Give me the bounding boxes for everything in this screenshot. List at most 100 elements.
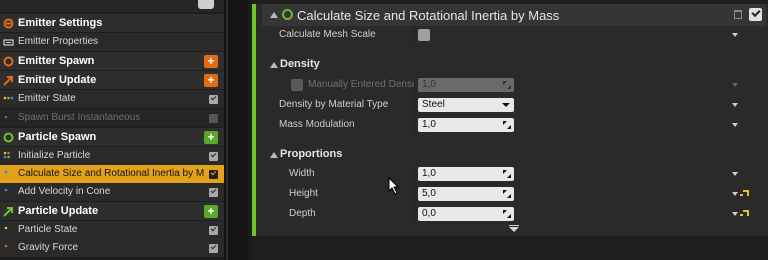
item-label: Calculate Size and Rotational Inertia by… bbox=[18, 168, 205, 179]
column-divider[interactable] bbox=[414, 184, 415, 204]
property-label: Width bbox=[289, 168, 315, 179]
column-divider[interactable] bbox=[414, 204, 415, 224]
item-emitter-properties[interactable]: Emitter Properties bbox=[0, 33, 224, 51]
row-options-arrow-icon[interactable] bbox=[732, 33, 738, 37]
trash-icon[interactable] bbox=[734, 10, 742, 19]
row-options-arrow-icon[interactable] bbox=[732, 172, 738, 176]
item-spawn-burst[interactable]: Spawn Burst Instantaneous bbox=[0, 109, 224, 127]
drag-handle-icon[interactable] bbox=[503, 210, 511, 218]
column-divider[interactable] bbox=[414, 95, 415, 115]
row-options-arrow-icon[interactable] bbox=[732, 103, 738, 107]
item-label: Initialize Particle bbox=[18, 150, 91, 161]
group-particle-update[interactable]: Particle Update + bbox=[0, 202, 224, 220]
item-gravity-force[interactable]: Gravity Force bbox=[0, 239, 224, 257]
property-width: Width 1,0 bbox=[262, 164, 766, 184]
drag-handle-icon[interactable] bbox=[503, 81, 511, 89]
niagara-emitter-editor: Emitter Settings Emitter Properties Emit… bbox=[0, 0, 768, 260]
item-add-velocity-cone[interactable]: Add Velocity in Cone bbox=[0, 183, 224, 201]
column-divider[interactable] bbox=[414, 164, 415, 184]
group-emitter-settings[interactable]: Emitter Settings bbox=[0, 14, 224, 32]
group-label: Emitter Update bbox=[18, 74, 97, 86]
mass-modulation-input[interactable]: 1,0 bbox=[418, 118, 514, 132]
width-input[interactable]: 1,0 bbox=[418, 167, 514, 181]
enable-checkbox[interactable] bbox=[209, 226, 218, 235]
velocity-dot-icon bbox=[4, 188, 8, 192]
enable-checkbox[interactable] bbox=[209, 152, 218, 161]
category-proportions[interactable]: Proportions bbox=[262, 145, 766, 165]
row-options-arrow-icon[interactable] bbox=[732, 192, 738, 196]
column-divider[interactable] bbox=[414, 25, 415, 45]
row-options-arrow-icon[interactable] bbox=[732, 123, 738, 127]
show-advanced-icon[interactable] bbox=[509, 227, 519, 232]
material-type-dropdown[interactable]: Steel bbox=[418, 98, 514, 112]
property-label: Height bbox=[289, 188, 318, 199]
item-calculate-size-inertia[interactable]: Calculate Size and Rotational Inertia by… bbox=[0, 165, 224, 183]
group-emitter-spawn[interactable]: Emitter Spawn + bbox=[0, 52, 224, 70]
category-label: Density bbox=[280, 58, 320, 70]
property-label: Density by Material Type bbox=[279, 99, 389, 110]
column-divider[interactable] bbox=[414, 115, 415, 135]
module-title: Calculate Size and Rotational Inertia by… bbox=[297, 8, 560, 23]
item-emitter-state[interactable]: Emitter State bbox=[0, 90, 224, 108]
row-options-arrow-icon[interactable] bbox=[732, 83, 738, 87]
splitter-line bbox=[226, 0, 228, 260]
group-particle-spawn[interactable]: Particle Spawn + bbox=[0, 128, 224, 146]
enable-checkbox[interactable] bbox=[209, 170, 218, 179]
collapse-icon[interactable] bbox=[270, 152, 278, 158]
property-manual-density: Manually Entered Densi 1,0 bbox=[262, 75, 766, 95]
gravity-dot-icon bbox=[4, 244, 8, 248]
reset-to-default-icon[interactable] bbox=[740, 210, 749, 216]
advanced-divider bbox=[509, 225, 519, 226]
module-header[interactable]: Calculate Size and Rotational Inertia by… bbox=[262, 4, 766, 26]
depth-input[interactable]: 0,0 bbox=[418, 207, 514, 221]
collapse-icon[interactable] bbox=[270, 12, 278, 18]
mouse-cursor-icon bbox=[388, 177, 400, 195]
add-module-button[interactable]: + bbox=[204, 131, 218, 144]
property-depth: Depth 0,0 bbox=[262, 204, 766, 224]
emitter-thumbnail-icon[interactable] bbox=[198, 0, 214, 9]
emitter-settings-icon bbox=[3, 18, 14, 29]
property-calculate-mesh-scale: Calculate Mesh Scale bbox=[262, 25, 766, 45]
enable-checkbox[interactable] bbox=[209, 188, 218, 197]
init-grid-icon bbox=[3, 151, 10, 159]
dropdown-value: Steel bbox=[422, 99, 445, 110]
add-module-button[interactable]: + bbox=[204, 55, 218, 68]
property-label: Manually Entered Densi bbox=[308, 79, 415, 90]
enable-checkbox[interactable] bbox=[209, 244, 218, 253]
manual-density-input[interactable]: 1,0 bbox=[418, 78, 514, 92]
calculate-mesh-scale-checkbox[interactable] bbox=[418, 29, 430, 41]
property-label: Calculate Mesh Scale bbox=[279, 29, 376, 40]
group-label: Emitter Settings bbox=[18, 17, 103, 29]
row-options-arrow-icon[interactable] bbox=[732, 212, 738, 216]
burst-icon bbox=[4, 115, 8, 119]
drag-handle-icon[interactable] bbox=[503, 121, 511, 129]
drag-handle-icon[interactable] bbox=[503, 170, 511, 178]
update-arrow-icon bbox=[3, 207, 13, 217]
stack-toolbar bbox=[0, 0, 224, 12]
property-mass-modulation: Mass Modulation 1,0 bbox=[262, 115, 766, 135]
group-emitter-update[interactable]: Emitter Update + bbox=[0, 71, 224, 89]
group-label: Particle Update bbox=[18, 205, 99, 217]
add-module-button[interactable]: + bbox=[204, 74, 218, 87]
column-divider[interactable] bbox=[414, 75, 415, 95]
spawn-ring-icon bbox=[3, 56, 14, 67]
enable-checkbox[interactable] bbox=[209, 114, 218, 123]
item-initialize-particle[interactable]: Initialize Particle bbox=[0, 147, 224, 165]
add-module-button[interactable]: + bbox=[204, 205, 218, 218]
input-value: 1,0 bbox=[422, 168, 436, 179]
category-density[interactable]: Density bbox=[262, 55, 766, 75]
module-enable-checkbox[interactable] bbox=[749, 8, 762, 21]
item-label: Spawn Burst Instantaneous bbox=[18, 112, 141, 123]
enable-checkbox[interactable] bbox=[209, 95, 218, 104]
item-particle-state[interactable]: Particle State bbox=[0, 221, 224, 239]
collapse-icon[interactable] bbox=[270, 62, 278, 68]
reset-to-default-icon[interactable] bbox=[740, 190, 749, 196]
item-label: Particle State bbox=[18, 224, 78, 235]
property-label: Depth bbox=[289, 208, 316, 219]
height-input[interactable]: 5,0 bbox=[418, 187, 514, 201]
state-dots-icon bbox=[3, 96, 14, 100]
spawn-ring-icon bbox=[3, 132, 14, 143]
manual-density-checkbox[interactable] bbox=[291, 79, 303, 91]
panel-splitter[interactable] bbox=[224, 0, 248, 260]
drag-handle-icon[interactable] bbox=[503, 190, 511, 198]
